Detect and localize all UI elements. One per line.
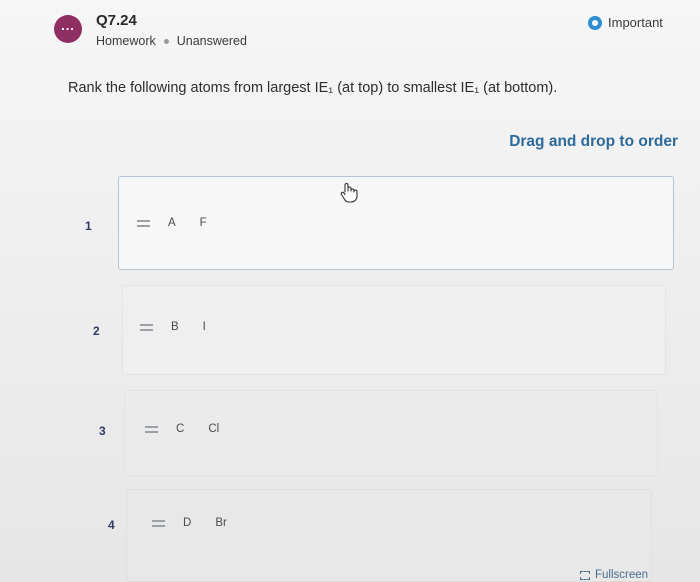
fullscreen-icon [580,570,590,580]
radio-dot-icon [588,15,602,30]
separator-dot-icon [163,38,169,44]
drag-handle-icon[interactable] [145,425,158,433]
drag-handle-icon[interactable] [152,519,165,527]
drag-handle-icon[interactable] [140,323,153,331]
item-letter: C [176,423,185,435]
fullscreen-button[interactable]: Fullscreen [580,569,648,581]
fullscreen-label: Fullscreen [595,569,649,581]
question-category: Homework [96,34,156,48]
item-letter: B [171,321,179,333]
rank-number-3: 3 [99,424,106,438]
important-label: Important [608,15,663,30]
rank-item-4[interactable]: D Br [152,517,227,529]
item-letter: D [183,517,192,529]
item-element-symbol: Br [215,517,227,529]
item-element-symbol: I [202,321,206,333]
question-status: Unanswered [176,34,247,48]
drag-handle-icon[interactable] [137,219,150,227]
rank-number-4: 4 [108,518,115,532]
question-title: Q7.24 [96,12,137,29]
rank-number-2: 2 [93,324,100,338]
question-meta: Homework Unanswered [96,34,247,48]
drag-hint: Drag and drop to order [509,133,678,150]
question-prompt: Rank the following atoms from largest IE… [68,80,558,96]
item-element-symbol: F [199,217,207,229]
important-toggle[interactable]: Important [588,15,663,30]
question-header: ... Q7.24 Homework Unanswered Important [0,0,700,60]
item-element-symbol: Cl [208,423,220,435]
rank-item-2[interactable]: B I [140,321,206,333]
hand-pointer-icon [340,183,358,203]
rank-item-1[interactable]: A F [137,217,207,229]
item-letter: A [168,217,176,229]
rank-number-1: 1 [85,219,92,233]
drop-slot-4[interactable] [126,489,652,582]
question-avatar: ... [54,15,82,43]
rank-item-3[interactable]: C Cl [145,423,219,435]
